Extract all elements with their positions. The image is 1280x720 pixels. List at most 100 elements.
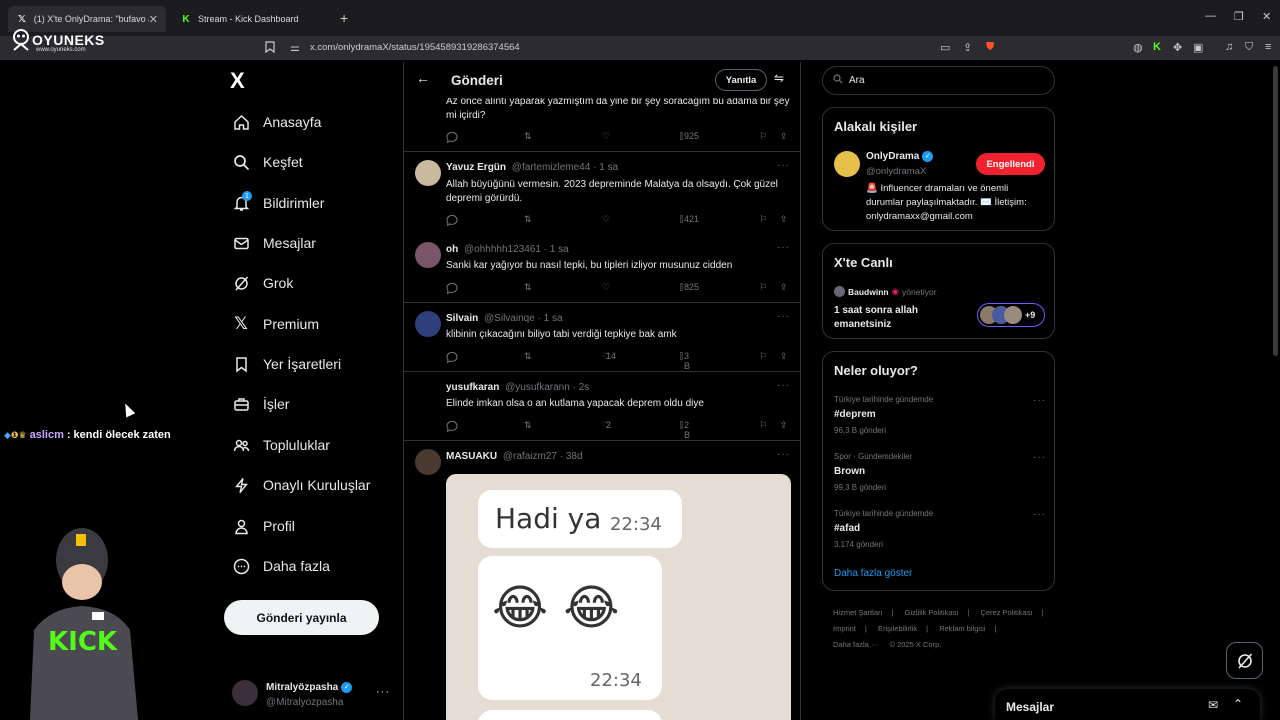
author-name[interactable]: yusufkaran (446, 382, 499, 393)
nav-home[interactable]: Anasayfa (232, 110, 321, 134)
share-icon[interactable]: ⇪ (780, 214, 788, 225)
footer-link[interactable]: Çerez Politikası (980, 608, 1032, 617)
post[interactable]: oh @ohhhhh123461 · 1 sa ··· Sanki kar ya… (404, 234, 800, 303)
like-icon[interactable]: ♡ (602, 131, 610, 142)
back-arrow-icon[interactable]: ← (416, 70, 430, 86)
close-icon[interactable]: ✕ (149, 13, 158, 26)
more-dots-icon[interactable]: ··· (1033, 452, 1046, 463)
search-input[interactable]: Ara (822, 66, 1055, 95)
blocked-button[interactable]: Engellendi (976, 153, 1045, 175)
nav-communities[interactable]: Topluluklar (232, 433, 330, 457)
vpn-icon[interactable]: ⛉ (1245, 41, 1253, 54)
retweet-icon[interactable]: ⇅ (524, 214, 532, 225)
post-button[interactable]: Gönderi yayınla (224, 600, 379, 635)
views-icon[interactable]: ⫿ 925 (680, 131, 699, 142)
extension-icon[interactable]: ◍ (1133, 41, 1143, 54)
views-icon[interactable]: ⫿ 3 B (680, 351, 690, 371)
media-icon[interactable]: ♫ (1225, 41, 1233, 53)
trend-item[interactable]: Türkiye tarihinde gündemde #afad 3.174 g… (834, 509, 1046, 549)
retweet-icon[interactable]: ⇅ (524, 420, 532, 431)
x-logo[interactable]: X (230, 68, 245, 94)
nav-profile[interactable]: Profil (232, 514, 295, 538)
more-dots-icon[interactable]: ··· (1033, 395, 1046, 406)
show-more-link[interactable]: Daha fazla göster (834, 568, 912, 579)
post[interactable]: Silvain @Silvainqe · 1 sa ··· klibinin ç… (404, 303, 800, 372)
url-text[interactable]: x.com/onlydramaX/status/1954589319286374… (310, 42, 520, 53)
bookmark-icon[interactable]: ⚐ (759, 131, 767, 142)
post[interactable]: MASUAKU @rafaizm27 · 38d ··· Hadi ya 22:… (404, 441, 800, 720)
filter-icon[interactable]: ⇋ (774, 71, 784, 85)
footer-link[interactable]: Daha fazla ··· (833, 640, 878, 649)
live-host[interactable]: Baudwinn ◉ yönetiyor (834, 286, 937, 297)
menu-icon[interactable]: ≡ (1265, 41, 1271, 53)
like-icon[interactable]: ♡ (602, 214, 610, 225)
page-scrollbar[interactable] (1273, 66, 1278, 356)
tab-kick-dashboard[interactable]: K Stream - Kick Dashboard (172, 6, 334, 32)
views-icon[interactable]: ⫿ 825 (680, 282, 699, 293)
messages-drawer[interactable]: Mesajlar ✉ ⌃ (995, 689, 1260, 720)
nav-premium[interactable]: 𝕏 Premium (232, 312, 319, 336)
bookmark-icon[interactable]: ⚐ (759, 282, 767, 293)
more-dots-icon[interactable]: ··· (777, 449, 790, 460)
author-handle[interactable]: @rafaizm27 (503, 451, 557, 462)
sidebar-icon[interactable]: ▣ (1193, 41, 1203, 54)
chevron-up-icon[interactable]: ⌃ (1233, 697, 1243, 711)
reply-icon[interactable] (446, 282, 458, 294)
space-title[interactable]: 1 saat sonra allah emanetsiniz (834, 304, 944, 332)
restore-icon[interactable]: ❐ (1234, 10, 1244, 23)
more-dots-icon[interactable]: ··· (777, 242, 790, 253)
footer-link[interactable]: Imprint (833, 624, 856, 633)
site-info-icon[interactable]: ⚌ (290, 41, 300, 54)
bookmark-icon[interactable]: ⚐ (759, 420, 767, 431)
new-tab-icon[interactable]: + (340, 10, 348, 26)
bookmark-icon[interactable]: ⚐ (759, 351, 767, 362)
nav-messages[interactable]: Mesajlar (232, 231, 316, 255)
share-icon[interactable]: ⇪ (963, 41, 972, 54)
author-name[interactable]: Yavuz Ergün (446, 162, 506, 173)
reply-button[interactable]: Yanıtla (715, 69, 767, 91)
footer-link[interactable]: Reklam bilgisi (939, 624, 985, 633)
views-icon[interactable]: ⫿ 421 (680, 214, 699, 225)
more-dots-icon[interactable]: ··· (777, 311, 790, 322)
author-handle[interactable]: @ohhhhh123461 (464, 244, 541, 255)
nav-notifications[interactable]: 1 Bildirimler (232, 191, 324, 215)
cast-icon[interactable]: ▭ (940, 41, 950, 54)
nav-explore[interactable]: Keşfet (232, 150, 303, 174)
grok-button[interactable] (1226, 642, 1263, 679)
retweet-icon[interactable]: ⇅ (524, 131, 532, 142)
more-dots-icon[interactable]: ··· (777, 160, 790, 171)
reply-icon[interactable] (446, 420, 458, 432)
puzzle-icon[interactable]: ✥ (1173, 41, 1182, 54)
brave-shield-icon[interactable]: ⛊ (986, 41, 994, 54)
nav-bookmarks[interactable]: Yer İşaretleri (232, 352, 341, 376)
retweet-icon[interactable]: ⇅ (524, 351, 532, 362)
share-icon[interactable]: ⇪ (780, 282, 788, 293)
views-icon[interactable]: ⫿ 2 B (680, 420, 690, 440)
post[interactable]: yusufkaran @yusufkarann · 2s ··· Elinde … (404, 372, 800, 441)
share-icon[interactable]: ⇪ (780, 420, 788, 431)
trend-item[interactable]: Türkiye tarihinde gündemde #deprem 96,3 … (834, 395, 1046, 435)
avatar[interactable] (834, 151, 860, 177)
share-icon[interactable]: ⇪ (780, 351, 788, 362)
like-icon[interactable]: ♡ (602, 282, 610, 293)
post-media-image[interactable]: Hadi ya 22:34 😂 😂 22:34 (446, 474, 791, 720)
nav-grok[interactable]: Grok (232, 271, 293, 295)
reply-icon[interactable] (446, 131, 458, 143)
window-close-icon[interactable]: ✕ (1262, 10, 1271, 23)
author-handle[interactable]: @yusufkarann (505, 382, 570, 393)
trend-item[interactable]: Spor · Gündemdekiler Brown 99,3 B gönder… (834, 452, 1046, 492)
more-dots-icon[interactable]: ··· (376, 686, 390, 698)
share-icon[interactable]: ⇪ (780, 131, 788, 142)
footer-link[interactable]: Erişilebilirlik (878, 624, 917, 633)
author-name[interactable]: Silvain (446, 313, 478, 324)
author-name[interactable]: oh (446, 244, 458, 255)
retweet-icon[interactable]: ⇅ (524, 282, 532, 293)
nav-more[interactable]: Daha fazla (232, 554, 330, 578)
bookmark-icon[interactable]: ⚐ (759, 214, 767, 225)
kick-extension-icon[interactable]: K (1153, 41, 1161, 53)
nav-jobs[interactable]: İşler (232, 392, 289, 416)
footer-link[interactable]: Gizlilik Politikası (905, 608, 959, 617)
more-dots-icon[interactable]: ··· (777, 380, 790, 391)
account-switcher[interactable]: Mitralyözpasha ✓ @Mitralyozpasha ··· (232, 680, 392, 712)
footer-link[interactable]: Hizmet Şartları (833, 608, 883, 617)
